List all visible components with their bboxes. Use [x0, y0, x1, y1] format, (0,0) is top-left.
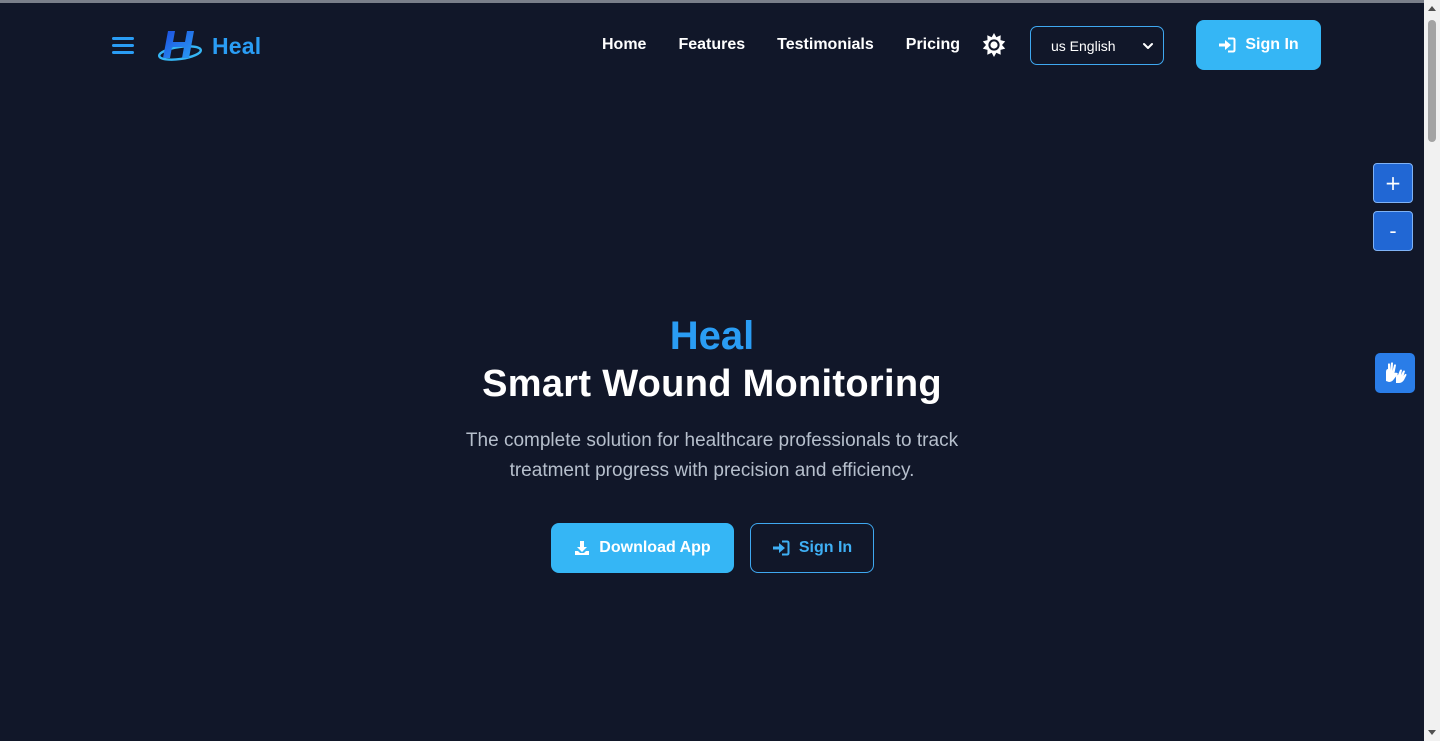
scroll-down-arrow-icon[interactable] [1428, 730, 1436, 735]
brand-logo-link[interactable]: Heal [158, 28, 261, 64]
hero-section: Heal Smart Wound Monitoring The complete… [0, 300, 1424, 573]
menu-icon[interactable] [110, 34, 136, 58]
brand-name: Heal [212, 32, 262, 59]
sign-in-icon [1219, 37, 1236, 53]
vertical-scrollbar[interactable] [1424, 0, 1440, 741]
scroll-up-arrow-icon[interactable] [1428, 6, 1436, 11]
zoom-out-button[interactable]: - [1373, 211, 1413, 251]
language-select-value: us English [1051, 37, 1116, 54]
download-app-button[interactable]: Download App [551, 523, 734, 573]
nav-link-testimonials[interactable]: Testimonials [761, 34, 890, 56]
heal-logo-icon [158, 31, 203, 61]
download-icon [575, 541, 590, 555]
main-nav: Home Features Testimonials Pricing [586, 34, 976, 56]
hero-title: Smart Wound Monitoring [482, 363, 942, 405]
chevron-down-icon [1143, 43, 1153, 49]
sign-in-icon [772, 540, 790, 556]
language-select[interactable]: us English [1030, 26, 1164, 65]
hero-subtitle: The complete solution for healthcare pro… [465, 430, 959, 481]
sun-icon[interactable] [981, 32, 1007, 58]
hero-brand: Heal [669, 314, 755, 358]
nav-link-features[interactable]: Features [662, 34, 761, 56]
nav-link-pricing[interactable]: Pricing [890, 34, 976, 56]
scrollbar-thumb[interactable] [1428, 20, 1436, 142]
zoom-in-button[interactable]: + [1373, 163, 1413, 203]
hero-actions: Download App Sign In [0, 523, 1424, 573]
header-sign-in-button[interactable]: Sign In [1196, 20, 1321, 70]
nav-link-home[interactable]: Home [586, 34, 662, 56]
hero-sign-in-button[interactable]: Sign In [750, 523, 874, 573]
hero-sign-in-label: Sign In [798, 539, 853, 556]
download-app-label: Download App [599, 539, 711, 556]
header-sign-in-label: Sign In [1245, 36, 1299, 53]
navbar: Heal Home Features Testimonials Pricing … [0, 0, 1424, 90]
